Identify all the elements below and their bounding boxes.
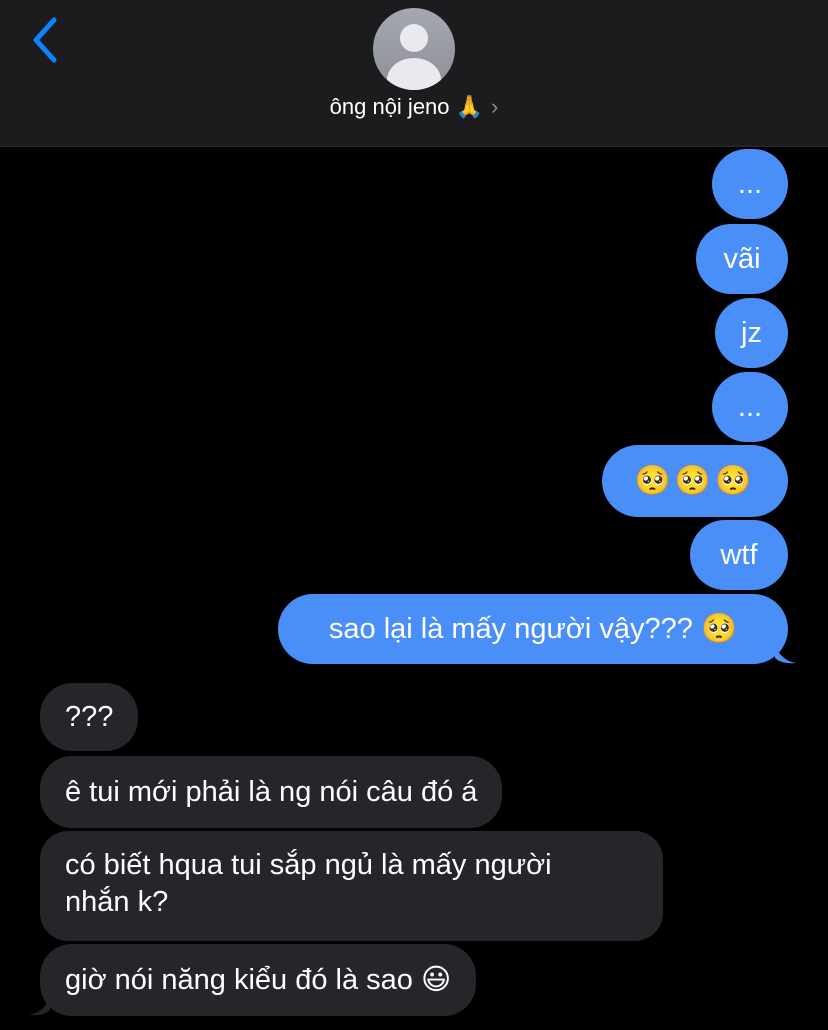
message-line: có biết hqua tui sắp ngủ là mấy người bbox=[65, 849, 552, 881]
sent-message[interactable]: sao lại là mấy người vậy??? 🥺 bbox=[278, 594, 788, 664]
sent-message[interactable]: ... bbox=[712, 372, 788, 442]
bubble-tail bbox=[775, 642, 796, 664]
back-chevron-icon[interactable] bbox=[28, 14, 68, 70]
received-message[interactable]: giờ nói năng kiểu đó là sao 😃 bbox=[40, 944, 477, 1016]
sent-message[interactable]: wtf bbox=[690, 520, 788, 590]
avatar-head bbox=[400, 24, 428, 52]
contact-avatar[interactable] bbox=[373, 8, 455, 90]
conversation-header: ông nội jeno 🙏 › bbox=[0, 0, 828, 147]
sent-message[interactable]: vãi bbox=[696, 224, 788, 294]
sent-message[interactable]: jz bbox=[715, 298, 788, 368]
message-line: nhắn k? bbox=[65, 886, 169, 918]
contact-name-row[interactable]: ông nội jeno 🙏 › bbox=[0, 94, 828, 120]
sent-message[interactable]: ... bbox=[712, 149, 788, 219]
sent-message[interactable]: 🥺🥺🥺 bbox=[602, 445, 788, 517]
contact-name: ông nội jeno 🙏 bbox=[329, 94, 484, 119]
received-message[interactable]: ??? bbox=[40, 683, 139, 751]
bubble-tail bbox=[29, 994, 50, 1016]
avatar-shoulders bbox=[387, 58, 441, 90]
chevron-right-icon: › bbox=[491, 94, 499, 119]
received-message[interactable]: ê tui mới phải là ng nói câu đó á bbox=[40, 756, 503, 828]
received-message[interactable]: có biết hqua tui sắp ngủ là mấy người nh… bbox=[40, 831, 663, 941]
